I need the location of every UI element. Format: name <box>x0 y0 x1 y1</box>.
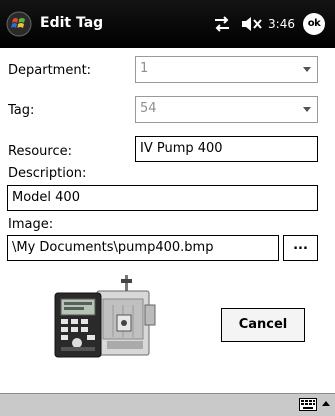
connectivity-arrows-icon[interactable] <box>212 14 232 34</box>
department-dropdown[interactable]: 1 <box>135 56 318 83</box>
cancel-button[interactable]: Cancel <box>221 308 305 342</box>
description-label: Description: <box>8 166 87 181</box>
description-input[interactable]: Model 400 <box>7 185 318 211</box>
image-label: Image: <box>8 217 54 232</box>
tag-value: 54 <box>140 101 157 116</box>
image-path-value: \My Documents\pump400.bmp <box>12 240 214 255</box>
resource-input[interactable]: IV Pump 400 <box>135 136 318 162</box>
title-bar: Edit Tag 3:46 ok <box>0 0 335 48</box>
sip-arrow-icon[interactable] <box>322 401 330 406</box>
clock[interactable]: 3:46 <box>268 17 295 31</box>
resource-label: Resource: <box>8 144 72 159</box>
department-label: Department: <box>8 63 92 78</box>
keyboard-icon[interactable] <box>299 398 317 411</box>
resource-value: IV Pump 400 <box>140 141 223 156</box>
tag-dropdown[interactable]: 54 <box>135 96 318 123</box>
description-value: Model 400 <box>12 190 80 205</box>
speaker-muted-icon[interactable] <box>240 14 266 34</box>
image-path-input[interactable]: \My Documents\pump400.bmp <box>7 235 279 261</box>
app-title: Edit Tag <box>40 15 104 31</box>
status-area: 3:46 ok <box>212 12 325 36</box>
tag-label: Tag: <box>8 103 35 118</box>
department-value: 1 <box>140 61 149 76</box>
menu-bar <box>0 393 335 416</box>
chevron-down-icon[interactable] <box>303 107 311 112</box>
ok-button[interactable]: ok <box>303 13 325 35</box>
windows-flag-icon[interactable] <box>6 11 32 37</box>
chevron-down-icon[interactable] <box>303 67 311 72</box>
device-image <box>47 275 167 365</box>
browse-button[interactable]: ... <box>283 235 318 261</box>
